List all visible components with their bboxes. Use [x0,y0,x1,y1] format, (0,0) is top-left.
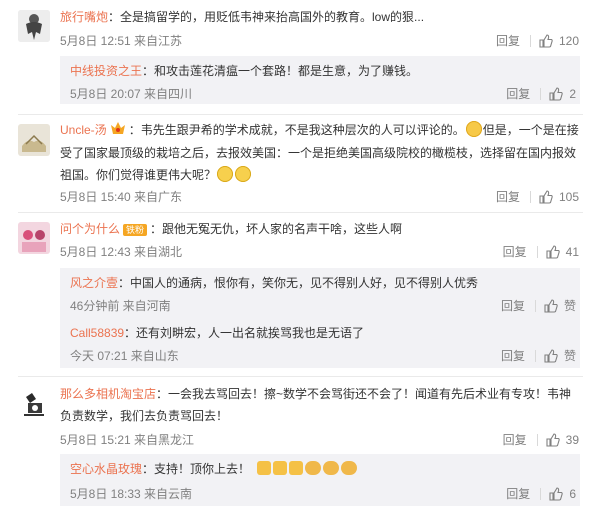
comment-username[interactable]: 问个为什么 [60,222,120,236]
like-label: 赞 [563,299,576,313]
like-count: 39 [565,433,579,447]
reply-button[interactable]: 回复 [501,298,525,314]
like-button[interactable]: 2 [549,86,576,102]
comment-username[interactable]: 那么多相机淘宝店 [60,387,156,401]
comment-text: 问个为什么 铁粉 ：跟他无冤无仇，坏人家的名声干啥，这些人啊 [60,222,403,236]
comment-actions: 回复 105 [496,189,579,205]
divider [536,246,538,258]
like-button[interactable]: 41 [546,244,579,260]
comment-time: 5月8日 15:40 来自广东 [60,190,183,204]
reply-button[interactable]: 回复 [503,244,527,260]
divider [18,376,583,377]
thumbs-up-icon [549,87,564,101]
reply-text: 风之介壹：中国人的通病，恨你有，笑你无，见不得别人好，见不得别人优秀 [70,276,479,290]
like-count: 6 [569,487,576,501]
comment-list: 旅行嘴炮：全是搞留学的，用贬低韦神来抬高国外的教育。low的狠... 5月8日 … [0,0,597,512]
fan-badge: 铁粉 [123,223,148,236]
avatar[interactable] [18,124,50,156]
reply-time: 5月8日 20:07 来自四川 [70,87,193,101]
divider [529,191,531,203]
like-count: 2 [569,87,576,101]
reply-box: 风之介壹：中国人的通病，恨你有，笑你无，见不得别人好，见不得别人优秀 46分钟前… [60,268,580,368]
reply-time: 5月8日 18:33 来自云南 [70,487,193,501]
reply-button[interactable]: 回复 [506,86,530,102]
reply-button[interactable]: 回复 [501,348,525,364]
reply-actions: 回复 2 [506,86,576,102]
divider [534,350,536,362]
thumbs-up-icon [539,190,553,204]
thumbs-up-icon [549,487,564,501]
comment-time: 5月8日 12:51 来自江苏 [60,34,183,48]
thumbs-up-emoji-icon [273,461,288,475]
comment-username[interactable]: 旅行嘴炮 [60,10,108,24]
reply-text: 中线投资之王：和攻击莲花清瘟一个套路！都是生意，为了赚钱。 [70,64,419,78]
reply-button[interactable]: 回复 [496,33,520,49]
reply-box: 空心水晶玫瑰：支持！顶你上去！ 5月8日 18:33 来自云南 回复 6 [60,454,580,506]
reply-time: 46分钟前 来自河南 [70,299,171,313]
reply-actions: 回复 赞 [501,298,576,314]
reply-button[interactable]: 回复 [503,432,527,448]
divider [529,35,531,47]
comment-actions: 回复 41 [503,244,579,260]
divider [18,212,583,213]
reply-username[interactable]: 中线投资之王 [70,64,142,78]
reply-box: 中线投资之王：和攻击莲花清瘟一个套路！都是生意，为了赚钱。 5月8日 20:07… [60,56,580,104]
reply-actions: 回复 赞 [501,348,576,364]
divider [534,300,536,312]
reply-username[interactable]: 空心水晶玫瑰 [70,462,142,476]
comment-text: Uncle-汤 ：韦先生跟尹希的学术成就，不是我这种层次的人可以评论的。 但是，一个… [60,119,582,186]
divider [540,488,542,500]
avatar[interactable] [18,387,50,419]
crying-laugh-emoji-icon [465,121,482,137]
member-badge-icon [110,120,126,142]
reply-username[interactable]: 风之介壹 [70,276,118,290]
avatar[interactable] [18,10,50,42]
comment-time: 5月8日 12:43 来自湖北 [60,245,183,259]
thinking-emoji-icon [235,165,252,182]
clapping-emoji-icon [341,461,358,475]
like-button[interactable]: 120 [539,33,579,49]
reply-actions: 回复 6 [506,486,576,502]
like-count: 120 [558,34,579,48]
thumbs-up-icon [544,299,558,313]
comment-actions: 回复 39 [503,432,579,448]
reply-time: 今天 07:21 来自山东 [70,349,179,363]
thumbs-up-icon [546,245,560,259]
thinking-emoji-icon [217,165,234,182]
like-button[interactable]: 39 [546,432,579,448]
reply-username[interactable]: Call58839 [70,326,124,340]
like-button[interactable]: 赞 [544,298,576,314]
clapping-emoji-icon [323,461,340,475]
reply-text: 空心水晶玫瑰：支持！顶你上去！ [70,458,570,480]
like-count: 105 [558,190,579,204]
thumbs-up-icon [539,34,553,48]
comment-text: 旅行嘴炮：全是搞留学的，用贬低韦神来抬高国外的教育。low的狠... [60,10,425,24]
thumbs-up-icon [546,433,560,447]
like-button[interactable]: 105 [539,189,579,205]
comment-username[interactable]: Uncle-汤 [60,123,107,137]
comment-text: 那么多相机淘宝店：一会我去骂回去！擦~数学不会骂街还不会了！闻道有先后术业有专攻… [60,387,572,423]
divider [536,434,538,446]
thumbs-up-emoji-icon [289,461,304,475]
thumbs-up-icon [544,349,558,363]
like-count: 41 [565,245,579,259]
thumbs-up-emoji-icon [257,461,272,475]
like-label: 赞 [563,349,576,363]
comment-actions: 回复 120 [496,33,579,49]
reply-text: Call58839：还有刘畊宏，人一出名就挨骂我也是无语了 [70,326,365,340]
avatar[interactable] [18,222,50,254]
like-button[interactable]: 6 [549,486,576,502]
reply-button[interactable]: 回复 [496,189,520,205]
comment-time: 5月8日 15:21 来自黑龙江 [60,433,195,447]
divider [18,114,583,115]
clapping-emoji-icon [305,461,322,475]
like-button[interactable]: 赞 [544,348,576,364]
reply-button[interactable]: 回复 [506,486,530,502]
divider [540,88,542,100]
